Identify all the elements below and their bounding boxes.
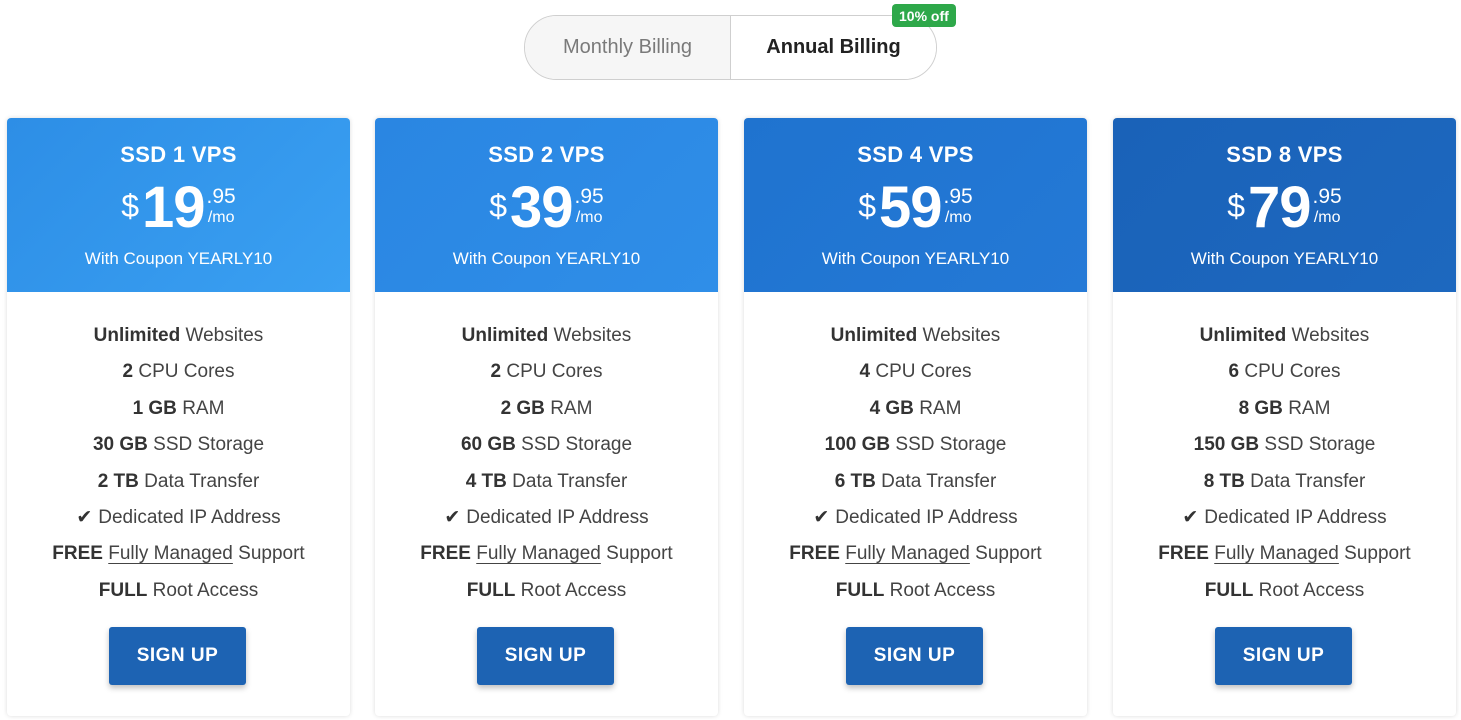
feature-dedicated-ip: ✔ Dedicated IP Address <box>7 504 350 540</box>
price-whole: 39 <box>510 175 574 240</box>
feature-ram: 1 GB RAM <box>132 397 225 419</box>
feature-support: FREE Fully Managed Support <box>789 543 1042 565</box>
feature-websites: Unlimited Websites <box>830 325 1001 346</box>
coupon-text: With Coupon YEARLY10 <box>1190 249 1379 268</box>
feature-storage: 30 GB SSD Storage <box>92 434 265 456</box>
feature-transfer: 6 TB Data Transfer <box>834 470 997 492</box>
plan-card-ssd-1: SSD 1 VPS $ 19 .95 /mo With Coupon YEARL… <box>7 118 350 716</box>
price-whole: 59 <box>879 175 943 240</box>
feature-storage: 60 GB SSD Storage <box>460 434 633 456</box>
feature-support: FREE Fully Managed Support <box>420 543 673 565</box>
check-icon: ✔ <box>444 506 461 528</box>
price-cents: .95 <box>1312 185 1342 208</box>
coupon-text: With Coupon YEARLY10 <box>821 249 1010 268</box>
fully-managed-link[interactable]: Fully Managed <box>1214 543 1339 564</box>
pricing-cards: SSD 1 VPS $ 19 .95 /mo With Coupon YEARL… <box>0 118 1461 720</box>
price-whole: 19 <box>142 175 206 240</box>
fully-managed-link[interactable]: Fully Managed <box>476 543 601 564</box>
plan-card-ssd-8: SSD 8 VPS $ 79 .95 /mo With Coupon YEARL… <box>1113 118 1456 716</box>
feature-list: Unlimited Websites 2 CPU Cores 1 GB RAM … <box>7 292 350 613</box>
plan-header: SSD 2 VPS $ 39 .95 /mo With Coupon YEARL… <box>375 118 718 292</box>
price-cents: .95 <box>206 185 236 208</box>
plan-name: SSD 8 VPS <box>1226 142 1343 167</box>
plan-header: SSD 4 VPS $ 59 .95 /mo With Coupon YEARL… <box>744 118 1087 292</box>
plan-price: $ 59 .95 /mo <box>744 178 1087 238</box>
price-cents: .95 <box>574 185 604 208</box>
feature-transfer: 4 TB Data Transfer <box>465 470 628 492</box>
price-currency: $ <box>489 188 508 224</box>
fully-managed-link[interactable]: Fully Managed <box>108 543 233 564</box>
sign-up-button[interactable]: SIGN UP <box>109 627 246 685</box>
price-cents: .95 <box>943 185 973 208</box>
sign-up-button[interactable]: SIGN UP <box>1215 627 1352 685</box>
price-currency: $ <box>858 188 877 224</box>
feature-transfer: 8 TB Data Transfer <box>1203 470 1366 492</box>
coupon-text: With Coupon YEARLY10 <box>452 249 641 268</box>
discount-badge: 10% off <box>892 4 956 27</box>
feature-cpu: 2 CPU Cores <box>490 361 603 383</box>
feature-ram: 8 GB RAM <box>1238 397 1331 419</box>
check-icon: ✔ <box>813 506 830 528</box>
price-currency: $ <box>121 188 140 224</box>
feature-transfer: 2 TB Data Transfer <box>97 470 260 492</box>
plan-header: SSD 1 VPS $ 19 .95 /mo With Coupon YEARL… <box>7 118 350 292</box>
plan-header: SSD 8 VPS $ 79 .95 /mo With Coupon YEARL… <box>1113 118 1456 292</box>
monthly-billing-tab[interactable]: Monthly Billing <box>525 16 731 79</box>
feature-cpu: 6 CPU Cores <box>1228 361 1341 383</box>
fully-managed-link[interactable]: Fully Managed <box>845 543 970 564</box>
feature-root-access: FULL Root Access <box>835 579 996 601</box>
feature-cpu: 4 CPU Cores <box>859 361 972 383</box>
feature-storage: 100 GB SSD Storage <box>824 434 1007 456</box>
sign-up-button[interactable]: SIGN UP <box>477 627 614 685</box>
price-period: /mo <box>1313 209 1341 226</box>
check-icon: ✔ <box>1182 506 1199 528</box>
billing-toggle: Monthly Billing Annual Billing <box>524 15 937 80</box>
price-period: /mo <box>575 209 603 226</box>
feature-support: FREE Fully Managed Support <box>1158 543 1411 565</box>
feature-ram: 2 GB RAM <box>500 397 593 419</box>
feature-websites: Unlimited Websites <box>93 325 264 346</box>
plan-name: SSD 2 VPS <box>488 142 605 167</box>
feature-list: Unlimited Websites 6 CPU Cores 8 GB RAM … <box>1113 292 1456 613</box>
price-currency: $ <box>1227 188 1246 224</box>
plan-name: SSD 4 VPS <box>857 142 974 167</box>
feature-root-access: FULL Root Access <box>98 579 259 601</box>
feature-dedicated-ip: ✔ Dedicated IP Address <box>375 504 718 540</box>
feature-storage: 150 GB SSD Storage <box>1193 434 1376 456</box>
feature-support: FREE Fully Managed Support <box>52 543 305 565</box>
feature-websites: Unlimited Websites <box>1199 325 1370 346</box>
price-whole: 79 <box>1248 175 1312 240</box>
feature-list: Unlimited Websites 2 CPU Cores 2 GB RAM … <box>375 292 718 613</box>
check-icon: ✔ <box>76 506 93 528</box>
plan-price: $ 39 .95 /mo <box>375 178 718 238</box>
plan-price: $ 79 .95 /mo <box>1113 178 1456 238</box>
feature-websites: Unlimited Websites <box>461 325 632 346</box>
coupon-text: With Coupon YEARLY10 <box>84 249 273 268</box>
plan-card-ssd-2: SSD 2 VPS $ 39 .95 /mo With Coupon YEARL… <box>375 118 718 716</box>
plan-card-ssd-4: SSD 4 VPS $ 59 .95 /mo With Coupon YEARL… <box>744 118 1087 716</box>
feature-root-access: FULL Root Access <box>1204 579 1365 601</box>
feature-list: Unlimited Websites 4 CPU Cores 4 GB RAM … <box>744 292 1087 613</box>
feature-dedicated-ip: ✔ Dedicated IP Address <box>1113 504 1456 540</box>
price-period: /mo <box>944 209 972 226</box>
price-period: /mo <box>207 209 235 226</box>
plan-price: $ 19 .95 /mo <box>7 178 350 238</box>
plan-name: SSD 1 VPS <box>120 142 237 167</box>
feature-root-access: FULL Root Access <box>466 579 627 601</box>
sign-up-button[interactable]: SIGN UP <box>846 627 983 685</box>
feature-cpu: 2 CPU Cores <box>122 361 235 383</box>
feature-dedicated-ip: ✔ Dedicated IP Address <box>744 504 1087 540</box>
feature-ram: 4 GB RAM <box>869 397 962 419</box>
